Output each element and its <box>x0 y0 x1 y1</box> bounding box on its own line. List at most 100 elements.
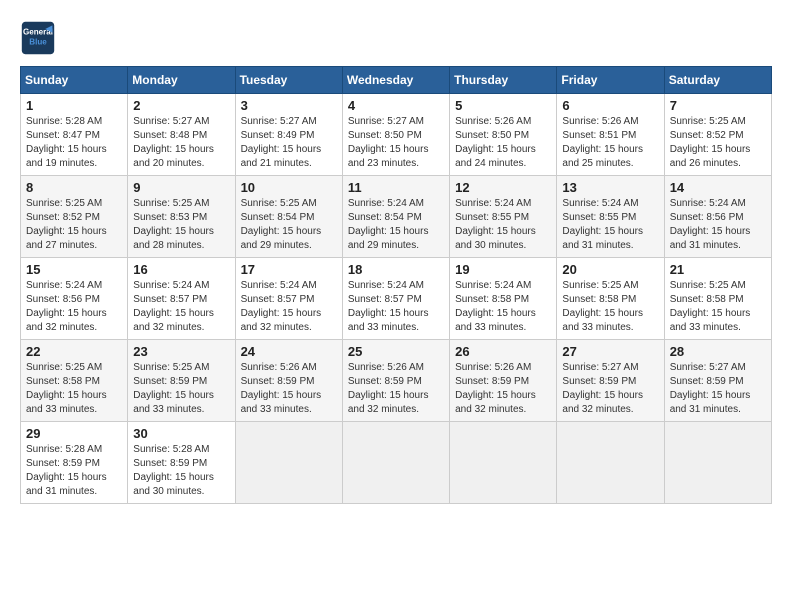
svg-text:Blue: Blue <box>29 37 47 46</box>
day-detail: Sunrise: 5:26 AM Sunset: 8:59 PM Dayligh… <box>241 361 337 417</box>
day-detail: Sunrise: 5:25 AM Sunset: 8:52 PM Dayligh… <box>26 197 122 253</box>
calendar-cell <box>342 422 449 504</box>
day-detail: Sunrise: 5:26 AM Sunset: 8:59 PM Dayligh… <box>455 361 551 417</box>
day-number: 7 <box>670 98 766 113</box>
calendar-cell: 21 Sunrise: 5:25 AM Sunset: 8:58 PM Dayli… <box>664 258 771 340</box>
calendar-week-2: 8 Sunrise: 5:25 AM Sunset: 8:52 PM Daylig… <box>21 176 772 258</box>
day-detail: Sunrise: 5:27 AM Sunset: 8:48 PM Dayligh… <box>133 115 229 171</box>
day-detail: Sunrise: 5:27 AM Sunset: 8:49 PM Dayligh… <box>241 115 337 171</box>
calendar-body: 1 Sunrise: 5:28 AM Sunset: 8:47 PM Daylig… <box>21 94 772 504</box>
day-detail: Sunrise: 5:25 AM Sunset: 8:58 PM Dayligh… <box>26 361 122 417</box>
day-detail: Sunrise: 5:27 AM Sunset: 8:59 PM Dayligh… <box>670 361 766 417</box>
calendar-cell: 3 Sunrise: 5:27 AM Sunset: 8:49 PM Daylig… <box>235 94 342 176</box>
calendar-cell: 23 Sunrise: 5:25 AM Sunset: 8:59 PM Dayli… <box>128 340 235 422</box>
calendar-table: SundayMondayTuesdayWednesdayThursdayFrid… <box>20 66 772 504</box>
day-number: 11 <box>348 180 444 195</box>
day-detail: Sunrise: 5:28 AM Sunset: 8:59 PM Dayligh… <box>133 443 229 499</box>
calendar-week-1: 1 Sunrise: 5:28 AM Sunset: 8:47 PM Daylig… <box>21 94 772 176</box>
day-number: 13 <box>562 180 658 195</box>
day-number: 25 <box>348 344 444 359</box>
day-number: 21 <box>670 262 766 277</box>
calendar-cell: 29 Sunrise: 5:28 AM Sunset: 8:59 PM Dayli… <box>21 422 128 504</box>
calendar-cell: 24 Sunrise: 5:26 AM Sunset: 8:59 PM Dayli… <box>235 340 342 422</box>
day-detail: Sunrise: 5:28 AM Sunset: 8:59 PM Dayligh… <box>26 443 122 499</box>
calendar-cell: 12Sunrise: 5:24 AM Sunset: 8:55 PM Dayli… <box>450 176 557 258</box>
column-header-wednesday: Wednesday <box>342 67 449 94</box>
page-header: General Blue <box>20 20 772 56</box>
day-detail: Sunrise: 5:25 AM Sunset: 8:53 PM Dayligh… <box>133 197 229 253</box>
calendar-cell: 16 Sunrise: 5:24 AM Sunset: 8:57 PM Dayli… <box>128 258 235 340</box>
day-number: 4 <box>348 98 444 113</box>
day-detail: Sunrise: 5:24 AM Sunset: 8:57 PM Dayligh… <box>133 279 229 335</box>
column-header-sunday: Sunday <box>21 67 128 94</box>
day-detail: Sunrise: 5:25 AM Sunset: 8:59 PM Dayligh… <box>133 361 229 417</box>
day-number: 16 <box>133 262 229 277</box>
calendar-cell: 5 Sunrise: 5:26 AM Sunset: 8:50 PM Daylig… <box>450 94 557 176</box>
day-detail: Sunrise: 5:26 AM Sunset: 8:50 PM Dayligh… <box>455 115 551 171</box>
day-number: 24 <box>241 344 337 359</box>
day-number: 1 <box>26 98 122 113</box>
day-number: 27 <box>562 344 658 359</box>
calendar-cell: 19Sunrise: 5:24 AM Sunset: 8:58 PM Dayli… <box>450 258 557 340</box>
day-number: 28 <box>670 344 766 359</box>
day-detail: Sunrise: 5:25 AM Sunset: 8:58 PM Dayligh… <box>562 279 658 335</box>
day-detail: Sunrise: 5:26 AM Sunset: 8:51 PM Dayligh… <box>562 115 658 171</box>
day-number: 9 <box>133 180 229 195</box>
column-header-thursday: Thursday <box>450 67 557 94</box>
calendar-header-row: SundayMondayTuesdayWednesdayThursdayFrid… <box>21 67 772 94</box>
calendar-cell <box>450 422 557 504</box>
day-detail: Sunrise: 5:27 AM Sunset: 8:59 PM Dayligh… <box>562 361 658 417</box>
column-header-tuesday: Tuesday <box>235 67 342 94</box>
day-number: 15 <box>26 262 122 277</box>
logo-icon: General Blue <box>20 20 56 56</box>
calendar-cell: 8 Sunrise: 5:25 AM Sunset: 8:52 PM Daylig… <box>21 176 128 258</box>
calendar-cell: 28 Sunrise: 5:27 AM Sunset: 8:59 PM Dayli… <box>664 340 771 422</box>
day-number: 23 <box>133 344 229 359</box>
calendar-cell: 18 Sunrise: 5:24 AM Sunset: 8:57 PM Dayli… <box>342 258 449 340</box>
calendar-cell: 27 Sunrise: 5:27 AM Sunset: 8:59 PM Dayli… <box>557 340 664 422</box>
day-number: 30 <box>133 426 229 441</box>
day-number: 3 <box>241 98 337 113</box>
calendar-cell: 6Sunrise: 5:26 AM Sunset: 8:51 PM Daylig… <box>557 94 664 176</box>
day-number: 22 <box>26 344 122 359</box>
day-detail: Sunrise: 5:24 AM Sunset: 8:55 PM Dayligh… <box>455 197 551 253</box>
day-number: 14 <box>670 180 766 195</box>
day-detail: Sunrise: 5:27 AM Sunset: 8:50 PM Dayligh… <box>348 115 444 171</box>
calendar-cell: 30 Sunrise: 5:28 AM Sunset: 8:59 PM Dayli… <box>128 422 235 504</box>
day-number: 5 <box>455 98 551 113</box>
calendar-cell: 7 Sunrise: 5:25 AM Sunset: 8:52 PM Daylig… <box>664 94 771 176</box>
day-detail: Sunrise: 5:24 AM Sunset: 8:57 PM Dayligh… <box>241 279 337 335</box>
calendar-week-5: 29 Sunrise: 5:28 AM Sunset: 8:59 PM Dayli… <box>21 422 772 504</box>
column-header-friday: Friday <box>557 67 664 94</box>
day-number: 10 <box>241 180 337 195</box>
calendar-week-4: 22 Sunrise: 5:25 AM Sunset: 8:58 PM Dayli… <box>21 340 772 422</box>
calendar-cell: 26 Sunrise: 5:26 AM Sunset: 8:59 PM Dayli… <box>450 340 557 422</box>
day-number: 29 <box>26 426 122 441</box>
day-detail: Sunrise: 5:25 AM Sunset: 8:58 PM Dayligh… <box>670 279 766 335</box>
day-number: 20 <box>562 262 658 277</box>
calendar-cell: 17Sunrise: 5:24 AM Sunset: 8:57 PM Dayli… <box>235 258 342 340</box>
day-detail: Sunrise: 5:24 AM Sunset: 8:55 PM Dayligh… <box>562 197 658 253</box>
day-detail: Sunrise: 5:24 AM Sunset: 8:57 PM Dayligh… <box>348 279 444 335</box>
day-number: 26 <box>455 344 551 359</box>
calendar-week-3: 15Sunrise: 5:24 AM Sunset: 8:56 PM Dayli… <box>21 258 772 340</box>
day-detail: Sunrise: 5:25 AM Sunset: 8:54 PM Dayligh… <box>241 197 337 253</box>
calendar-cell: 13 Sunrise: 5:24 AM Sunset: 8:55 PM Dayli… <box>557 176 664 258</box>
calendar-cell: 9 Sunrise: 5:25 AM Sunset: 8:53 PM Daylig… <box>128 176 235 258</box>
column-header-monday: Monday <box>128 67 235 94</box>
day-number: 8 <box>26 180 122 195</box>
day-number: 2 <box>133 98 229 113</box>
day-detail: Sunrise: 5:25 AM Sunset: 8:52 PM Dayligh… <box>670 115 766 171</box>
calendar-cell: 2 Sunrise: 5:27 AM Sunset: 8:48 PM Daylig… <box>128 94 235 176</box>
day-detail: Sunrise: 5:24 AM Sunset: 8:56 PM Dayligh… <box>670 197 766 253</box>
calendar-cell: 14 Sunrise: 5:24 AM Sunset: 8:56 PM Dayli… <box>664 176 771 258</box>
day-number: 18 <box>348 262 444 277</box>
calendar-cell: 11Sunrise: 5:24 AM Sunset: 8:54 PM Dayli… <box>342 176 449 258</box>
calendar-cell: 22 Sunrise: 5:25 AM Sunset: 8:58 PM Dayli… <box>21 340 128 422</box>
calendar-cell <box>557 422 664 504</box>
calendar-cell: 25Sunrise: 5:26 AM Sunset: 8:59 PM Dayli… <box>342 340 449 422</box>
day-detail: Sunrise: 5:28 AM Sunset: 8:47 PM Dayligh… <box>26 115 122 171</box>
calendar-cell <box>235 422 342 504</box>
calendar-cell: 10 Sunrise: 5:25 AM Sunset: 8:54 PM Dayli… <box>235 176 342 258</box>
logo: General Blue <box>20 20 62 56</box>
